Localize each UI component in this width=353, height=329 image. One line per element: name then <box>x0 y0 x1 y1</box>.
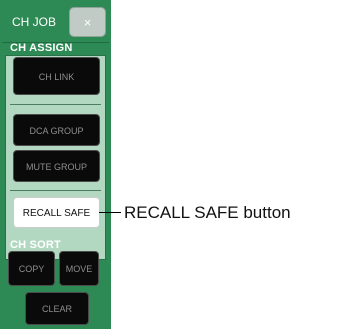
clear-button[interactable]: CLEAR <box>25 292 89 325</box>
recall-safe-button[interactable]: RECALL SAFE <box>13 197 100 228</box>
dca-group-button[interactable]: DCA GROUP <box>13 114 100 146</box>
ch-assign-label: CH ASSIGN <box>10 42 73 54</box>
callout-line <box>99 212 121 213</box>
close-button[interactable]: × <box>69 7 106 37</box>
ch-link-button[interactable]: CH LINK <box>13 57 100 95</box>
mute-group-button[interactable]: MUTE GROUP <box>13 150 100 182</box>
panel-header: CH JOB × <box>2 2 109 43</box>
divider <box>10 104 101 105</box>
divider <box>10 190 101 191</box>
panel-title: CH JOB <box>12 15 57 29</box>
ch-job-panel: CH JOB × CH ASSIGN CH LINK DCA GROUP MUT… <box>0 0 111 329</box>
copy-button[interactable]: COPY <box>8 251 55 286</box>
ch-sort-label: CH SORT <box>10 239 61 251</box>
move-button[interactable]: MOVE <box>59 251 99 286</box>
callout-label: RECALL SAFE button <box>124 203 291 222</box>
